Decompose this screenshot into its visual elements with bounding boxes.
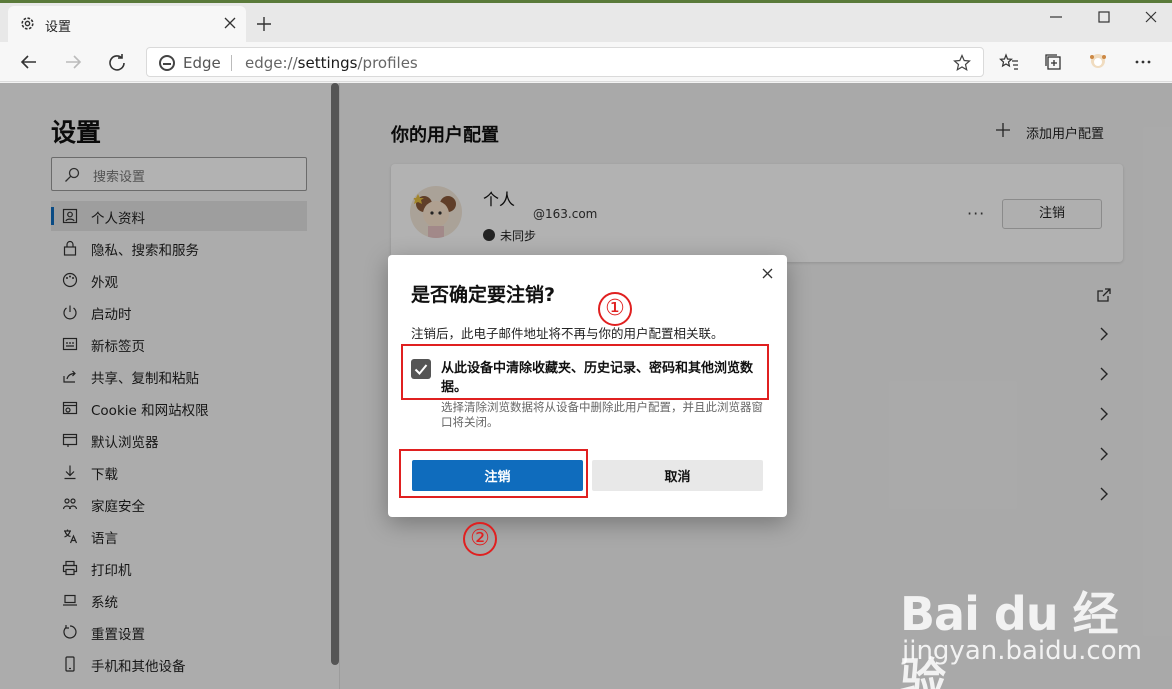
collections-icon[interactable] <box>1043 52 1063 72</box>
edge-label: Edge <box>183 54 221 72</box>
annotation-box-checkbox <box>401 344 769 400</box>
watermark-url: jingyan.baidu.com <box>902 636 1142 666</box>
favorite-star-icon[interactable] <box>953 54 971 72</box>
window-accent <box>0 0 1172 3</box>
maximize-icon[interactable] <box>1097 10 1111 24</box>
profile-avatar-icon[interactable] <box>1088 52 1108 72</box>
dialog-title: 是否确定要注销? <box>411 284 556 306</box>
gear-icon <box>21 17 34 30</box>
close-tab-icon[interactable] <box>223 16 237 30</box>
baidu-watermark: Bai du 经验 jingyan.baidu.com <box>890 558 1160 689</box>
address-url: edge://settings/profiles <box>245 54 418 72</box>
new-tab-icon[interactable] <box>256 16 272 32</box>
tab-settings[interactable]: 设置 <box>8 6 246 42</box>
forward-icon[interactable] <box>63 52 83 72</box>
cancel-button[interactable]: 取消 <box>592 460 763 491</box>
clear-data-hint: 选择清除浏览数据将从设备中删除此用户配置，并且此浏览器窗口将关闭。 <box>441 400 763 429</box>
refresh-icon[interactable] <box>107 52 127 72</box>
favorites-icon[interactable] <box>999 52 1019 72</box>
close-dialog-icon[interactable] <box>762 268 773 279</box>
close-window-icon[interactable] <box>1144 10 1158 24</box>
title-bar: 设置 <box>0 0 1172 42</box>
edge-logo-icon <box>159 55 175 71</box>
back-icon[interactable] <box>19 52 39 72</box>
tab-title: 设置 <box>45 20 72 35</box>
address-separator <box>231 55 232 71</box>
annotation-number-2: ② <box>463 522 497 556</box>
dialog-description: 注销后，此电子邮件地址将不再与你的用户配置相关联。 <box>411 326 724 341</box>
address-toolbar: Edge edge://settings/profiles <box>0 42 1172 82</box>
annotation-number-1: ① <box>598 292 632 326</box>
watermark-logo: Bai du 经验 <box>900 587 1119 689</box>
minimize-icon[interactable] <box>1049 10 1063 24</box>
more-options-icon[interactable] <box>1133 52 1153 72</box>
address-bar[interactable]: Edge edge://settings/profiles <box>146 47 984 77</box>
annotation-box-confirm <box>399 449 588 498</box>
